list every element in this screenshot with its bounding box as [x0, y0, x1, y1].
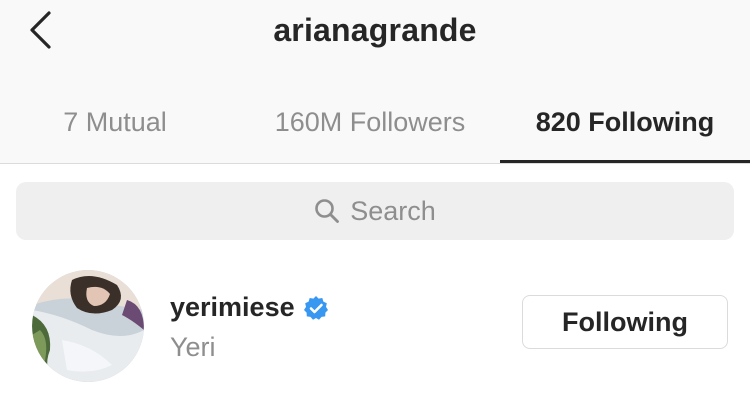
page-title: arianagrande — [273, 12, 477, 48]
username-line[interactable]: yerimiese — [170, 292, 329, 323]
tab-followers[interactable]: 160M Followers — [240, 96, 500, 148]
verified-badge-icon — [303, 295, 328, 320]
username: yerimiese — [170, 292, 295, 322]
search-placeholder: Search — [350, 195, 436, 226]
divider — [0, 163, 750, 164]
full-name: Yeri — [170, 332, 216, 362]
search-content: Search — [314, 196, 436, 227]
search-icon — [315, 199, 340, 223]
tab-following[interactable]: 820 Following — [500, 96, 750, 148]
avatar[interactable] — [32, 270, 144, 382]
header-area: arianagrande 7 Mutual 160M Followers 820… — [0, 0, 750, 163]
following-button[interactable]: Following — [522, 295, 728, 349]
search-input[interactable]: Search — [16, 182, 734, 240]
following-screen: arianagrande 7 Mutual 160M Followers 820… — [0, 0, 750, 411]
tab-mutual[interactable]: 7 Mutual — [0, 96, 230, 148]
avatar-image — [32, 270, 144, 382]
tab-bar: 7 Mutual 160M Followers 820 Following — [0, 96, 750, 164]
list-item: yerimiese Yeri Following — [0, 262, 750, 392]
